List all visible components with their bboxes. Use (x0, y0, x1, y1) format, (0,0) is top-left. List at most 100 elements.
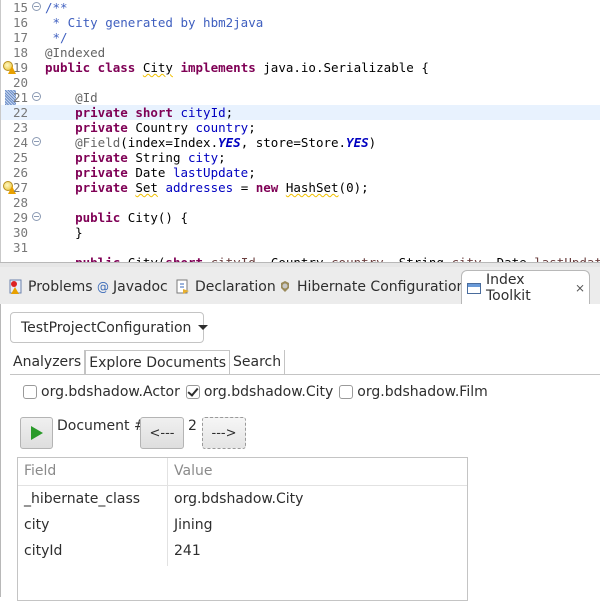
code-token: cityId (180, 105, 226, 120)
code-text: public City(short cityId, Country countr… (45, 255, 600, 262)
cell-field: city (24, 517, 50, 533)
code-text: private short cityId; (45, 105, 233, 120)
next-document-button[interactable]: ---> (202, 417, 246, 449)
code-token: YES (218, 135, 241, 150)
tab-label: Declaration (195, 279, 276, 295)
checkbox-box[interactable] (339, 385, 354, 399)
tab-javadoc[interactable]: @ Javadoc (93, 271, 172, 303)
checkbox-actor[interactable]: org.bdshadow.Actor (23, 384, 180, 400)
code-token: Set (135, 180, 158, 195)
cell-value: org.bdshadow.City (174, 491, 304, 507)
checkbox-box[interactable] (23, 385, 37, 399)
cell-field: cityId (24, 543, 63, 559)
code-line[interactable]: 29 public City() { (1, 210, 600, 225)
table-header: Field Value (18, 458, 467, 486)
line-number: 16 (13, 15, 29, 30)
code-token: , String (384, 255, 452, 262)
code-token: , store=Store. (240, 135, 347, 150)
code-line[interactable]: 28 (1, 195, 600, 210)
code-token: (0); (338, 180, 369, 195)
column-header-value[interactable]: Value (170, 458, 212, 484)
code-line[interactable]: 26 private Date lastUpdate; (1, 165, 600, 180)
code-token: city (451, 255, 481, 262)
code-text: } (45, 225, 83, 240)
code-token: , Country (256, 255, 331, 262)
tab-analyzers[interactable]: Analyzers (10, 350, 86, 374)
code-token: country (331, 255, 384, 262)
code-token: cityId (211, 255, 256, 262)
tab-index-toolkit[interactable]: Index Toolkit ⨯ (461, 270, 590, 304)
tab-label: Javadoc (113, 279, 168, 295)
code-editor[interactable]: 15/** 16 * City generated by hbm2java 17 *… (0, 0, 600, 262)
configuration-dropdown[interactable]: TestProjectConfiguration (10, 312, 209, 343)
tab-label: Hibernate Configurations (297, 279, 473, 295)
tab-hibernate-configurations[interactable]: Hibernate Configurations (273, 271, 477, 303)
tab-search[interactable]: Search (230, 350, 286, 374)
tab-declaration[interactable]: Declaration (171, 271, 280, 303)
column-header-field[interactable]: Field (20, 458, 56, 484)
line-number: 19 (13, 60, 29, 75)
code-token: = (233, 180, 256, 195)
code-line[interactable]: 22 private short cityId; (1, 105, 600, 120)
previous-document-button[interactable]: <--- (140, 417, 184, 449)
code-token: private (75, 165, 128, 180)
code-token: public (75, 255, 120, 262)
code-line[interactable]: 17 */ (1, 30, 600, 45)
code-token: City (142, 60, 173, 75)
code-text: @Id (45, 90, 98, 105)
fold-collapse-icon[interactable] (32, 212, 41, 221)
code-token: lastUpdate (534, 255, 600, 262)
code-text: * City generated by hbm2java (45, 15, 264, 30)
code-line[interactable]: 25 private String city; (1, 150, 600, 165)
code-token: ; (248, 165, 256, 180)
fold-collapse-icon[interactable] (32, 2, 41, 11)
code-token: (index=Index. (120, 135, 219, 150)
code-token: private (75, 120, 128, 135)
code-line[interactable]: 23 private Country country; (1, 120, 600, 135)
checkbox-box-checked[interactable] (185, 385, 200, 399)
close-icon[interactable]: ⨯ (575, 281, 585, 295)
code-line[interactable]: 30 } (1, 225, 600, 240)
line-number: 18 (13, 45, 29, 60)
code-token: /** (45, 0, 68, 15)
play-icon (30, 426, 43, 440)
code-line[interactable]: 19 public class City implements java.io.S… (1, 60, 600, 75)
code-token: ) (368, 135, 377, 150)
code-token: new (255, 180, 279, 195)
code-text: private Set addresses = new HashSet(0); (45, 180, 369, 195)
code-token: City( (120, 255, 166, 262)
checkbox-film[interactable]: org.bdshadow.Film (339, 384, 488, 400)
line-number: 27 (13, 180, 29, 195)
code-line[interactable]: 20 (1, 75, 600, 90)
code-line[interactable]: 27 private Set addresses = new HashSet(0… (1, 180, 600, 195)
code-token: HashSet (285, 180, 339, 195)
code-line[interactable]: 18 @Indexed (1, 45, 600, 60)
code-line[interactable]: 24 @Field(index=Index.YES, store=Store.Y… (1, 135, 600, 150)
line-number: 28 (13, 195, 29, 210)
code-line[interactable]: 31 (1, 240, 600, 255)
code-token: private (75, 150, 128, 165)
code-line[interactable]: 15/** (1, 0, 600, 15)
index-toolkit-icon (466, 280, 482, 296)
tab-problems[interactable]: Problems (4, 271, 97, 303)
code-token: public class (45, 60, 143, 75)
chevron-down-icon (198, 325, 209, 330)
code-line[interactable]: 21 @Id (1, 90, 600, 105)
code-token: City() { (120, 210, 188, 225)
code-token: addresses (165, 180, 234, 195)
hibernate-icon (277, 279, 293, 295)
run-button[interactable] (20, 417, 53, 449)
fold-collapse-icon[interactable] (32, 92, 41, 101)
line-number: 26 (13, 165, 29, 180)
code-text: public City() { (45, 210, 188, 225)
tab-explore-documents[interactable]: Explore Documents (85, 350, 231, 374)
code-line[interactable]: public City(short cityId, Country countr… (1, 255, 600, 262)
checkbox-city[interactable]: org.bdshadow.City (185, 384, 333, 400)
fold-collapse-icon[interactable] (32, 137, 41, 146)
code-line[interactable]: 16 * City generated by hbm2java (1, 15, 600, 30)
